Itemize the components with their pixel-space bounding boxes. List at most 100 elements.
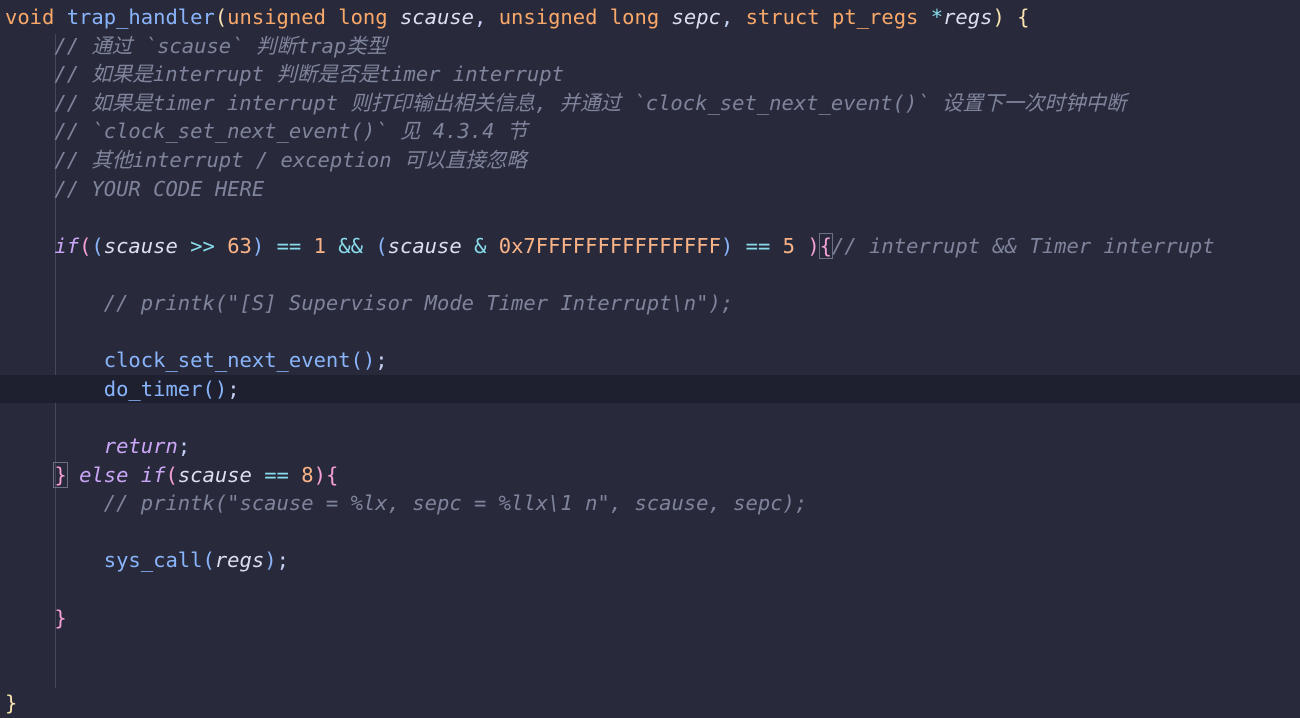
code-token: else: [79, 462, 129, 487]
code-token: // `clock_set_next_event()` 见 4.3.4 节: [5, 119, 528, 144]
code-token: // 其他interrupt / exception 可以直接忽略: [5, 148, 527, 172]
code-line-blank3[interactable]: [0, 318, 1300, 347]
code-token: if: [54, 233, 80, 258]
code-line-dotimer[interactable]: do_timer();: [0, 374, 1300, 404]
code-token: ): [992, 5, 1005, 29]
code-token: (: [214, 5, 228, 29]
code-text: sys_call(regs);: [5, 546, 289, 575]
code-token: (): [350, 348, 376, 373]
code-line-printk1[interactable]: // printk("[S] Supervisor Mode Timer Int…: [0, 289, 1300, 318]
code-token: ): [807, 233, 820, 258]
code-token: 1: [313, 233, 326, 258]
code-text: // 如果是interrupt 判断是否是timer interrupt: [5, 60, 564, 89]
code-line-close1[interactable]: }: [0, 689, 1300, 718]
code-token: if: [140, 462, 166, 487]
code-token: ): [720, 233, 734, 258]
code-text: // printk("[S] Supervisor Mode Timer Int…: [5, 289, 733, 318]
code-line-if[interactable]: if((scause >> 63) == 1 && (scause & 0x7F…: [0, 232, 1300, 261]
code-line-blank6[interactable]: [0, 575, 1300, 604]
code-line-blank5[interactable]: [0, 518, 1300, 547]
code-line-c3[interactable]: // 如果是timer interrupt 则打印输出相关信息, 并通过 `cl…: [0, 89, 1300, 118]
code-token: ): [313, 462, 326, 487]
code-text: // 如果是timer interrupt 则打印输出相关信息, 并通过 `cl…: [5, 89, 1126, 118]
code-token: // 如果是interrupt 判断是否是timer interrupt: [5, 62, 564, 87]
code-line-sig[interactable]: void trap_handler(unsigned long scause, …: [0, 3, 1300, 32]
code-line-else[interactable]: } else if(scause == 8){: [0, 461, 1300, 490]
code-token: // YOUR CODE HERE: [5, 176, 265, 201]
code-token: ==: [745, 233, 771, 258]
code-token: ): [251, 233, 265, 258]
code-token: (: [202, 548, 215, 573]
code-token: ;: [177, 434, 191, 458]
code-text: // `clock_set_next_event()` 见 4.3.4 节: [5, 117, 527, 146]
code-token: unsigned long: [498, 5, 660, 29]
code-line-blank1[interactable]: [0, 203, 1300, 232]
code-line-ret[interactable]: return;: [0, 432, 1300, 461]
code-text: void trap_handler(unsigned long scause, …: [5, 3, 1029, 32]
code-text: }: [5, 604, 66, 633]
code-token: >>: [190, 233, 215, 258]
code-text: return;: [5, 432, 190, 461]
code-line-c6[interactable]: // YOUR CODE HERE: [0, 175, 1300, 204]
code-token: 5: [782, 233, 795, 258]
code-token: do_timer: [103, 376, 203, 401]
code-token: {: [818, 232, 834, 259]
code-line-csne[interactable]: clock_set_next_event();: [0, 346, 1300, 375]
code-line-blank2[interactable]: [0, 260, 1300, 289]
code-token: scause: [177, 462, 252, 487]
code-token: 0x7FFFFFFFFFFFFFFF: [498, 233, 721, 258]
code-token: trap_handler: [66, 5, 215, 29]
code-token: (: [165, 462, 178, 487]
code-text: } else if(scause == 8){: [5, 461, 338, 490]
code-token: *: [930, 5, 944, 29]
code-token: {: [325, 462, 339, 487]
code-line-blank4[interactable]: [0, 403, 1300, 432]
code-line-c1[interactable]: // 通过 `scause` 判断trap类型: [0, 32, 1300, 61]
code-line-blank7[interactable]: [0, 632, 1300, 661]
code-line-syscall[interactable]: sys_call(regs);: [0, 546, 1300, 575]
code-token: (: [91, 233, 104, 258]
code-token: scause: [399, 5, 475, 29]
code-token: }: [5, 691, 18, 716]
code-token: ==: [264, 462, 289, 487]
code-token: ,: [474, 5, 499, 29]
code-token: pt_regs: [831, 5, 919, 29]
code-text: do_timer();: [5, 375, 240, 404]
code-token: ==: [276, 233, 302, 258]
code-token: ): [264, 548, 277, 573]
code-token: return: [103, 434, 178, 458]
code-token: // 如果是timer interrupt 则打印输出相关信息, 并通过 `cl…: [5, 90, 1127, 115]
code-token: sys_call: [103, 548, 203, 573]
code-token: // interrupt && Timer interrupt: [832, 233, 1215, 258]
code-line-c2[interactable]: // 如果是interrupt 判断是否是timer interrupt: [0, 60, 1300, 89]
code-line-printk2[interactable]: // printk("scause = %lx, sepc = %llx\1 n…: [0, 489, 1300, 518]
code-token: (: [79, 233, 92, 258]
code-text: }: [5, 689, 17, 718]
code-token: &: [474, 233, 487, 258]
code-line-c5[interactable]: // 其他interrupt / exception 可以直接忽略: [0, 146, 1300, 175]
code-editor[interactable]: void trap_handler(unsigned long scause, …: [0, 0, 1300, 718]
code-token: // printk("scause = %lx, sepc = %llx\1 n…: [5, 491, 808, 516]
code-line-close2[interactable]: }: [0, 604, 1300, 633]
code-text: // printk("scause = %lx, sepc = %llx\1 n…: [5, 489, 808, 518]
code-token: regs: [943, 5, 993, 29]
code-line-blank8[interactable]: [0, 661, 1300, 690]
code-line-c4[interactable]: // `clock_set_next_event()` 见 4.3.4 节: [0, 117, 1300, 146]
